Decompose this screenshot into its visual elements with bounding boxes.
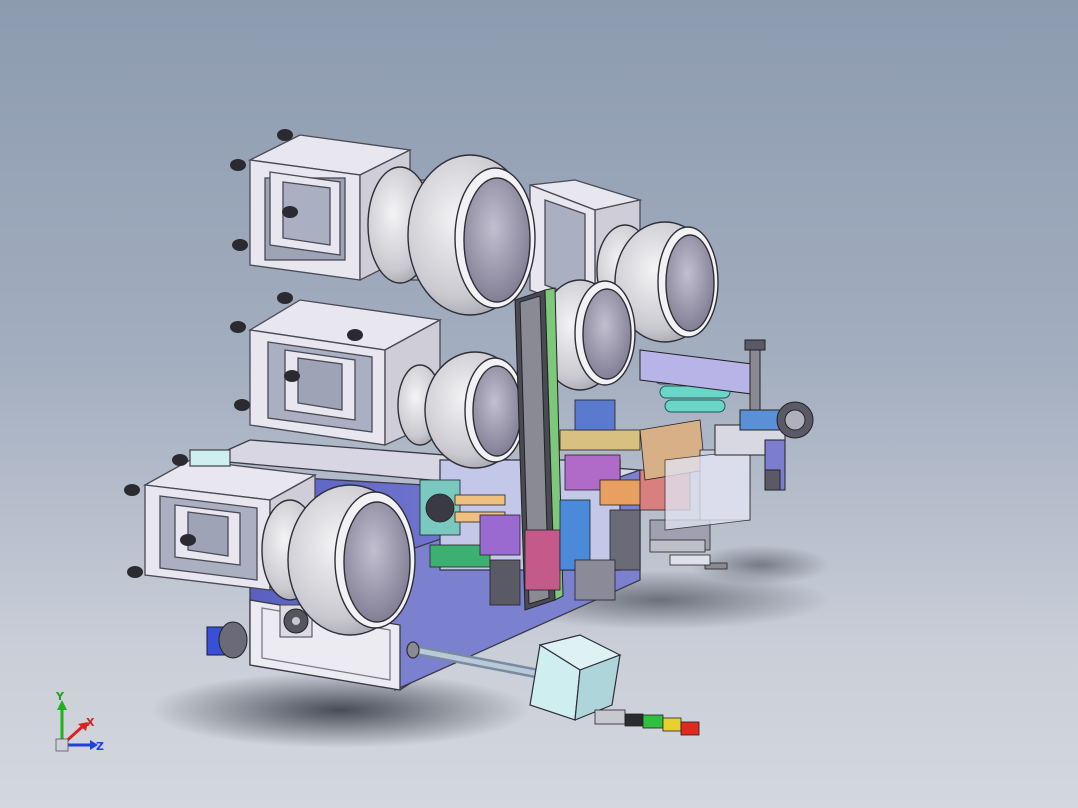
triad-z-label: Z [96, 740, 104, 753]
coordinate-triad: Y X Z [55, 690, 104, 753]
triad-y-label: Y [55, 690, 65, 703]
bowl-feeder-top-large[interactable] [367, 154, 536, 316]
floor-shadow [150, 672, 530, 748]
signal-tower-yellow [662, 717, 682, 732]
signal-tower [594, 709, 700, 736]
triad-x-label: X [86, 716, 95, 729]
caster-wheel-hub [218, 621, 248, 659]
signal-tower-red [680, 721, 700, 736]
bowl-feeder-middle[interactable] [397, 351, 526, 469]
signal-tower-green [642, 714, 664, 729]
cad-model-scene[interactable]: Y X Z [0, 0, 1078, 808]
graphics-viewport[interactable]: Y X Z [0, 0, 1078, 808]
